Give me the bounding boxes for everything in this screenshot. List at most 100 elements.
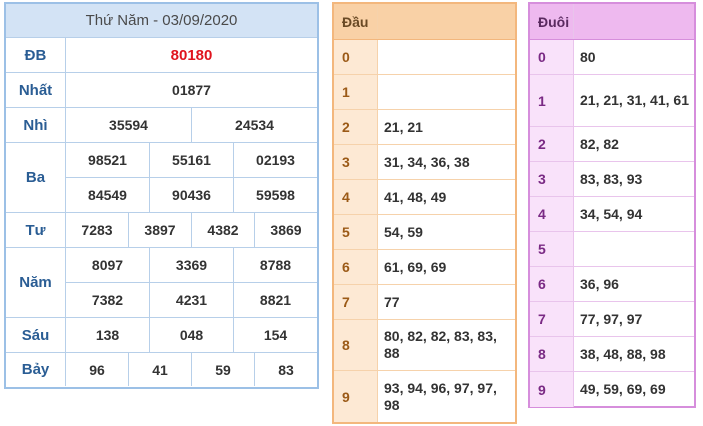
dau-row: 1: [334, 75, 515, 110]
prize-number: 98521: [66, 143, 150, 177]
dau-values: 54, 59: [384, 223, 423, 240]
dau-digit: 8: [334, 320, 378, 370]
duoi-values: 34, 54, 94: [580, 205, 643, 222]
dau-rows: 0 1 2 21, 21 3 31, 34, 36, 38 4 41, 48, 49 5 54, …: [334, 40, 515, 422]
dau-header-spacer: [378, 4, 515, 39]
prize-number: 3897: [129, 213, 192, 247]
duoi-values: 77, 97, 97: [580, 310, 643, 327]
prize-row: Tư 7283 3897 4382 3869: [6, 213, 317, 248]
prize-number: 55161: [150, 143, 234, 177]
duoi-row: 5: [530, 232, 694, 267]
prize-list: ĐB 80180 Nhất 01877 Nhì 35594 24534 Ba 98521 5516…: [6, 38, 317, 386]
prize-row: Năm 8097 3369 8788 7382 4231 8821: [6, 248, 317, 318]
special-prize-number: 80180: [170, 46, 213, 64]
prize-name: Bảy: [6, 353, 66, 386]
duoi-values: 82, 82: [580, 135, 619, 152]
duoi-values: 80: [580, 48, 596, 65]
duoi-row: 6 36, 96: [530, 267, 694, 302]
prize-name: Năm: [6, 248, 66, 317]
duoi-digit: 9: [530, 372, 574, 407]
dau-digit: 4: [334, 180, 378, 214]
duoi-digit: 0: [530, 40, 574, 74]
duoi-values: 83, 83, 93: [580, 170, 643, 187]
prize-number: 59598: [256, 187, 295, 203]
dau-values: [378, 40, 515, 74]
prize-value-line: 84549 90436 59598: [66, 177, 317, 212]
prize-name: Nhất: [6, 73, 66, 107]
duoi-values: 49, 59, 69, 69: [580, 381, 666, 397]
dau-row: 0: [334, 40, 515, 75]
prize-values: 98521 55161 02193 84549 90436 59598: [66, 143, 317, 212]
duoi-digit: 8: [530, 337, 574, 371]
prize-number: 59: [192, 353, 255, 386]
prize-value-line: 35594 24534: [66, 108, 317, 142]
prize-number: 83: [278, 361, 294, 378]
dau-row: 4 41, 48, 49: [334, 180, 515, 215]
prize-number: 8097: [66, 248, 150, 282]
dau-digit: 3: [334, 145, 378, 179]
prize-number: 01877: [172, 82, 211, 98]
prize-value-line: 96 41 59 83: [66, 353, 317, 386]
dau-row: 7 77: [334, 285, 515, 320]
dau-values: 80, 82, 82, 83, 83, 88: [384, 328, 497, 361]
dau-digit: 7: [334, 285, 378, 319]
prize-number: 7382: [66, 283, 150, 317]
dau-row: 5 54, 59: [334, 215, 515, 250]
prize-values: 80180: [66, 38, 317, 72]
prize-value-line: 7283 3897 4382 3869: [66, 213, 317, 247]
prize-name: Tư: [6, 213, 66, 247]
prize-number: 4231: [150, 283, 234, 317]
dau-row: 3 31, 34, 36, 38: [334, 145, 515, 180]
prize-value-line: 7382 4231 8821: [66, 282, 317, 317]
prize-row: Ba 98521 55161 02193 84549 90436 59598: [6, 143, 317, 213]
prize-number: 048: [150, 318, 234, 352]
dau-values: [378, 75, 515, 109]
prize-number: 7283: [66, 213, 129, 247]
prize-row: ĐB 80180: [6, 38, 317, 73]
prize-number: 24534: [235, 117, 274, 133]
prize-values: 01877: [66, 73, 317, 107]
duoi-row: 8 38, 48, 88, 98: [530, 337, 694, 372]
prize-number: 41: [129, 353, 192, 386]
prize-number: 84549: [66, 178, 150, 212]
prize-values: 8097 3369 8788 7382 4231 8821: [66, 248, 317, 317]
duoi-digit: 3: [530, 162, 574, 196]
duoi-digit: 1: [530, 75, 574, 126]
duoi-header: Đuôi: [530, 4, 694, 40]
duoi-digit: 6: [530, 267, 574, 301]
prize-value-line: 8097 3369 8788: [66, 248, 317, 282]
duoi-table: Đuôi 0 80 1 21, 21, 31, 41, 61 2 82, 82 3 83, 8…: [528, 2, 696, 408]
prize-name: Ba: [6, 143, 66, 212]
duoi-row: 4 34, 54, 94: [530, 197, 694, 232]
prize-number: 138: [66, 318, 150, 352]
prize-values: 138 048 154: [66, 318, 317, 352]
dau-digit: 1: [334, 75, 378, 109]
prize-number: 96: [66, 353, 129, 386]
duoi-digit: 4: [530, 197, 574, 231]
duoi-header-spacer: [574, 4, 694, 39]
dau-row: 2 21, 21: [334, 110, 515, 145]
prize-row: Sáu 138 048 154: [6, 318, 317, 353]
duoi-values: 38, 48, 88, 98: [580, 345, 666, 362]
dau-values: 61, 69, 69: [384, 258, 447, 275]
prize-value-line: 138 048 154: [66, 318, 317, 352]
duoi-values: 36, 96: [580, 275, 619, 292]
dau-digit: 2: [334, 110, 378, 144]
prize-value-line: 80180: [66, 38, 317, 72]
duoi-values: 21, 21, 31, 41, 61: [580, 92, 689, 108]
dau-header: Đầu: [334, 4, 515, 40]
duoi-values: [574, 232, 694, 266]
dau-values: 41, 48, 49: [384, 188, 447, 205]
duoi-digit: 2: [530, 127, 574, 161]
dau-table: Đầu 0 1 2 21, 21 3 31, 34, 36, 38 4 41, 48, 49 5…: [332, 2, 517, 424]
prize-value-line: 98521 55161 02193: [66, 143, 317, 177]
prize-value-line: 01877: [66, 73, 317, 107]
prize-name: ĐB: [6, 38, 66, 72]
prize-values: 96 41 59 83: [66, 353, 317, 386]
prize-row: Nhì 35594 24534: [6, 108, 317, 143]
duoi-digit: 7: [530, 302, 574, 336]
prize-row: Nhất 01877: [6, 73, 317, 108]
lottery-result-table: Thứ Năm - 03/09/2020 ĐB 80180 Nhất 01877 Nhì…: [4, 2, 319, 389]
duoi-row: 3 83, 83, 93: [530, 162, 694, 197]
prize-values: 35594 24534: [66, 108, 317, 142]
